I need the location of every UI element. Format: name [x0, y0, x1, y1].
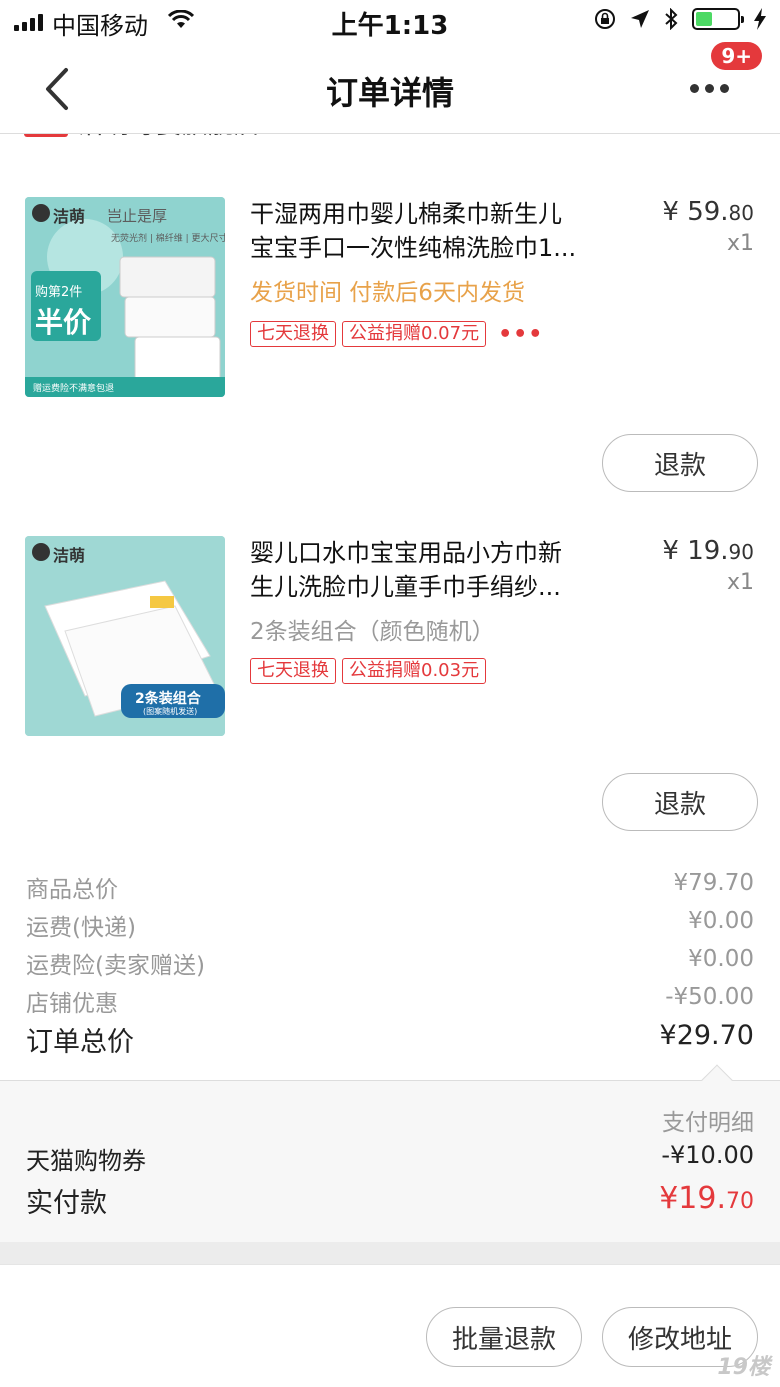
tag-seven-day-return: 七天退换 — [250, 321, 336, 347]
summary-row: 店铺优惠 -¥50.00 — [0, 982, 780, 1020]
orientation-lock-icon — [595, 9, 615, 29]
service-tags: 七天退换 公益捐赠0.07元 ••• — [250, 321, 543, 347]
order-total-label: 订单总价 — [26, 1027, 134, 1058]
summary-row: 运费(快递) ¥0.00 — [0, 906, 780, 944]
shipping-note: 发货时间 付款后6天内发货 — [250, 280, 525, 306]
message-badge: 9+ — [711, 42, 762, 70]
refund-button[interactable]: 退款 — [602, 773, 758, 831]
order-total: 订单总价 ¥29.70 — [0, 1020, 780, 1062]
bluetooth-icon — [665, 8, 678, 30]
status-bar: 中国移动 上午1:13 — [0, 0, 780, 44]
product-quantity: x1 — [726, 570, 754, 595]
charging-icon — [754, 8, 766, 30]
tag-seven-day-return: 七天退换 — [250, 658, 336, 684]
thumb-badge: 2条装组合 — [135, 691, 201, 707]
bottom-action-bar: 批量退款 修改地址 19楼 — [0, 1264, 780, 1387]
thumb-footer: 赠运费险不满意包退 — [33, 384, 115, 394]
batch-refund-button[interactable]: 批量退款 — [426, 1307, 582, 1367]
product-thumbnail[interactable]: 洁萌 岂止是厚 无荧光剂 | 棉纤维 | 更大尺寸 购第2件 半价 赠运费险不满… — [25, 197, 225, 397]
payment-details: 支付明细 天猫购物券 -¥10.00 实付款 ¥19.70 — [0, 1064, 780, 1242]
product-thumbnail[interactable]: 洁萌 2条装组合 (图案随机发送) — [25, 536, 225, 736]
more-menu-button[interactable] — [690, 76, 736, 100]
coupon-label: 天猫购物券 — [26, 1147, 146, 1175]
thumb-brand: 洁萌 — [53, 546, 86, 565]
summary-label: 商品总价 — [26, 877, 118, 903]
price-summary: 商品总价 ¥79.70 运费(快递) ¥0.00 运费险(卖家赠送) ¥0.00… — [0, 868, 780, 1062]
thumb-badge-sub: (图案随机发送) — [143, 707, 198, 716]
summary-label: 运费险(卖家赠送) — [26, 953, 205, 979]
summary-label: 运费(快递) — [26, 915, 136, 941]
payment-detail-label: 支付明细 — [662, 1110, 754, 1136]
battery-icon — [692, 8, 744, 30]
product-title[interactable]: 婴儿口水巾宝宝用品小方巾新 生儿洗脸巾儿童手巾手绢纱... — [250, 536, 618, 604]
service-tags: 七天退换 公益捐赠0.03元 — [250, 658, 487, 684]
watermark: 19楼 — [717, 1355, 770, 1380]
summary-row: 运费险(卖家赠送) ¥0.00 — [0, 944, 780, 982]
more-tags-icon[interactable]: ••• — [498, 322, 543, 347]
paid-amount: ¥19.70 — [659, 1181, 754, 1216]
summary-value: -¥50.00 — [665, 984, 754, 1010]
product-price: ¥ 59.80 — [662, 197, 754, 227]
order-total-value: ¥29.70 — [659, 1020, 754, 1051]
thumb-promo-top: 购第2件 — [35, 285, 83, 300]
thumb-slogan: 岂止是厚 — [107, 207, 168, 225]
summary-value: ¥0.00 — [688, 946, 754, 972]
summary-row: 商品总价 ¥79.70 — [0, 868, 780, 906]
nav-bar: 订单详情 9+ — [0, 42, 780, 134]
page-title: 订单详情 — [325, 74, 454, 112]
product-title[interactable]: 干湿两用巾婴儿棉柔巾新生儿 宝宝手口一次性纯棉洗脸巾1... — [250, 197, 618, 265]
coupon-value: -¥10.00 — [661, 1141, 754, 1169]
thumb-banner: 无荧光剂 | 棉纤维 | 更大尺寸 — [111, 234, 225, 244]
location-icon — [631, 10, 649, 28]
section-divider — [0, 1242, 780, 1264]
sku-note: 2条装组合（颜色随机） — [250, 619, 495, 645]
product-price: ¥ 19.90 — [662, 536, 754, 566]
refund-button[interactable]: 退款 — [602, 434, 758, 492]
summary-value: ¥0.00 — [688, 908, 754, 934]
tag-charity: 公益捐赠0.03元 — [342, 658, 487, 684]
tag-charity: 公益捐赠0.07元 — [342, 321, 487, 347]
product-quantity: x1 — [726, 231, 754, 256]
summary-label: 店铺优惠 — [26, 991, 118, 1017]
thumb-brand: 洁萌 — [53, 207, 86, 226]
thumb-promo-main: 半价 — [35, 306, 92, 339]
paid-label: 实付款 — [26, 1188, 107, 1219]
summary-value: ¥79.70 — [673, 870, 754, 896]
